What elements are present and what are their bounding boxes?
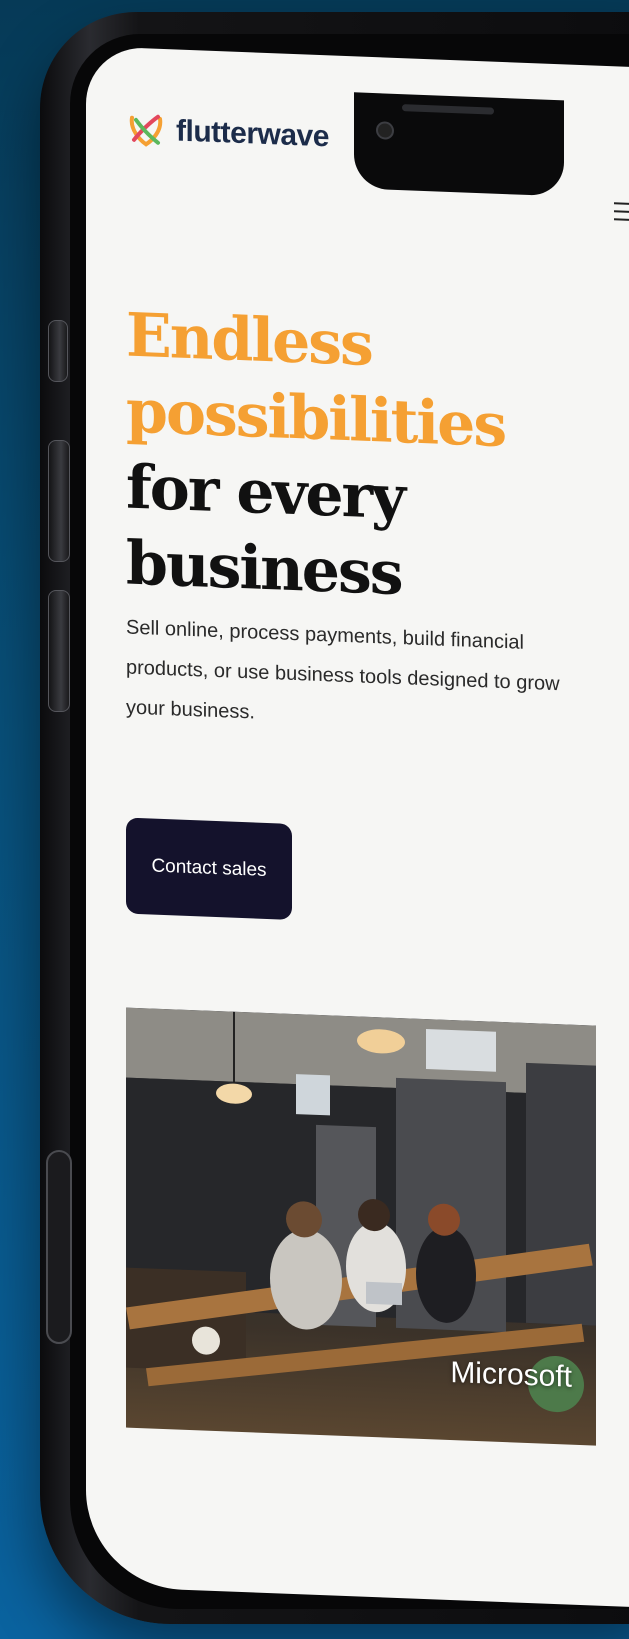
front-camera (376, 121, 394, 140)
photo-caption: Microsoft (450, 1355, 572, 1394)
notch (354, 92, 564, 197)
hero-heading: Endless possibilities for every business (126, 298, 606, 620)
hamburger-menu-icon[interactable] (614, 196, 629, 222)
brand-name: flutterwave (176, 114, 329, 154)
phone-screen: flutterwave Endless possibilities for ev… (86, 46, 629, 1608)
showcase-photo: Microsoft (126, 1007, 596, 1446)
flutterwave-logo-icon (129, 114, 163, 147)
hero-heading-accent: Endless possibilities (126, 300, 506, 462)
sim-tray (46, 1150, 72, 1344)
earpiece-speaker (402, 104, 494, 115)
brand-logo[interactable]: flutterwave (126, 110, 329, 158)
mute-switch (48, 320, 68, 382)
volume-up-button (48, 440, 70, 562)
volume-down-button (48, 590, 70, 712)
hero-heading-rest: for every business (126, 452, 405, 610)
contact-sales-button[interactable]: Contact sales (126, 817, 292, 920)
hero-description: Sell online, process payments, build fin… (126, 616, 560, 724)
